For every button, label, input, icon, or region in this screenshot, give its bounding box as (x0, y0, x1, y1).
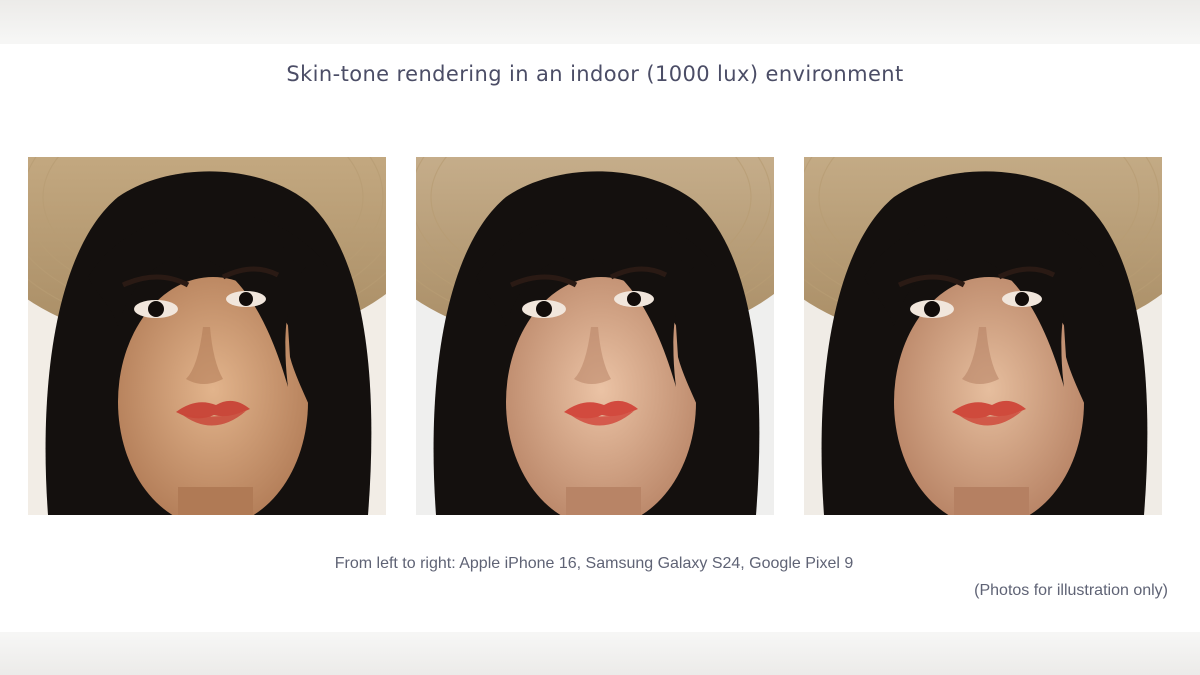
portrait-image (28, 157, 386, 515)
photo-iphone (28, 157, 386, 515)
portrait-image (416, 157, 774, 515)
portrait-image (804, 157, 1162, 515)
photo-galaxy (416, 157, 774, 515)
illustration-note: (Photos for illustration only) (974, 582, 1168, 599)
page: Skin-tone rendering in an indoor (1000 l… (0, 0, 1200, 675)
page-title: Skin-tone rendering in an indoor (1000 l… (286, 62, 904, 86)
photo-caption: From left to right: Apple iPhone 16, Sam… (334, 555, 854, 572)
photo-pixel (804, 157, 1162, 515)
